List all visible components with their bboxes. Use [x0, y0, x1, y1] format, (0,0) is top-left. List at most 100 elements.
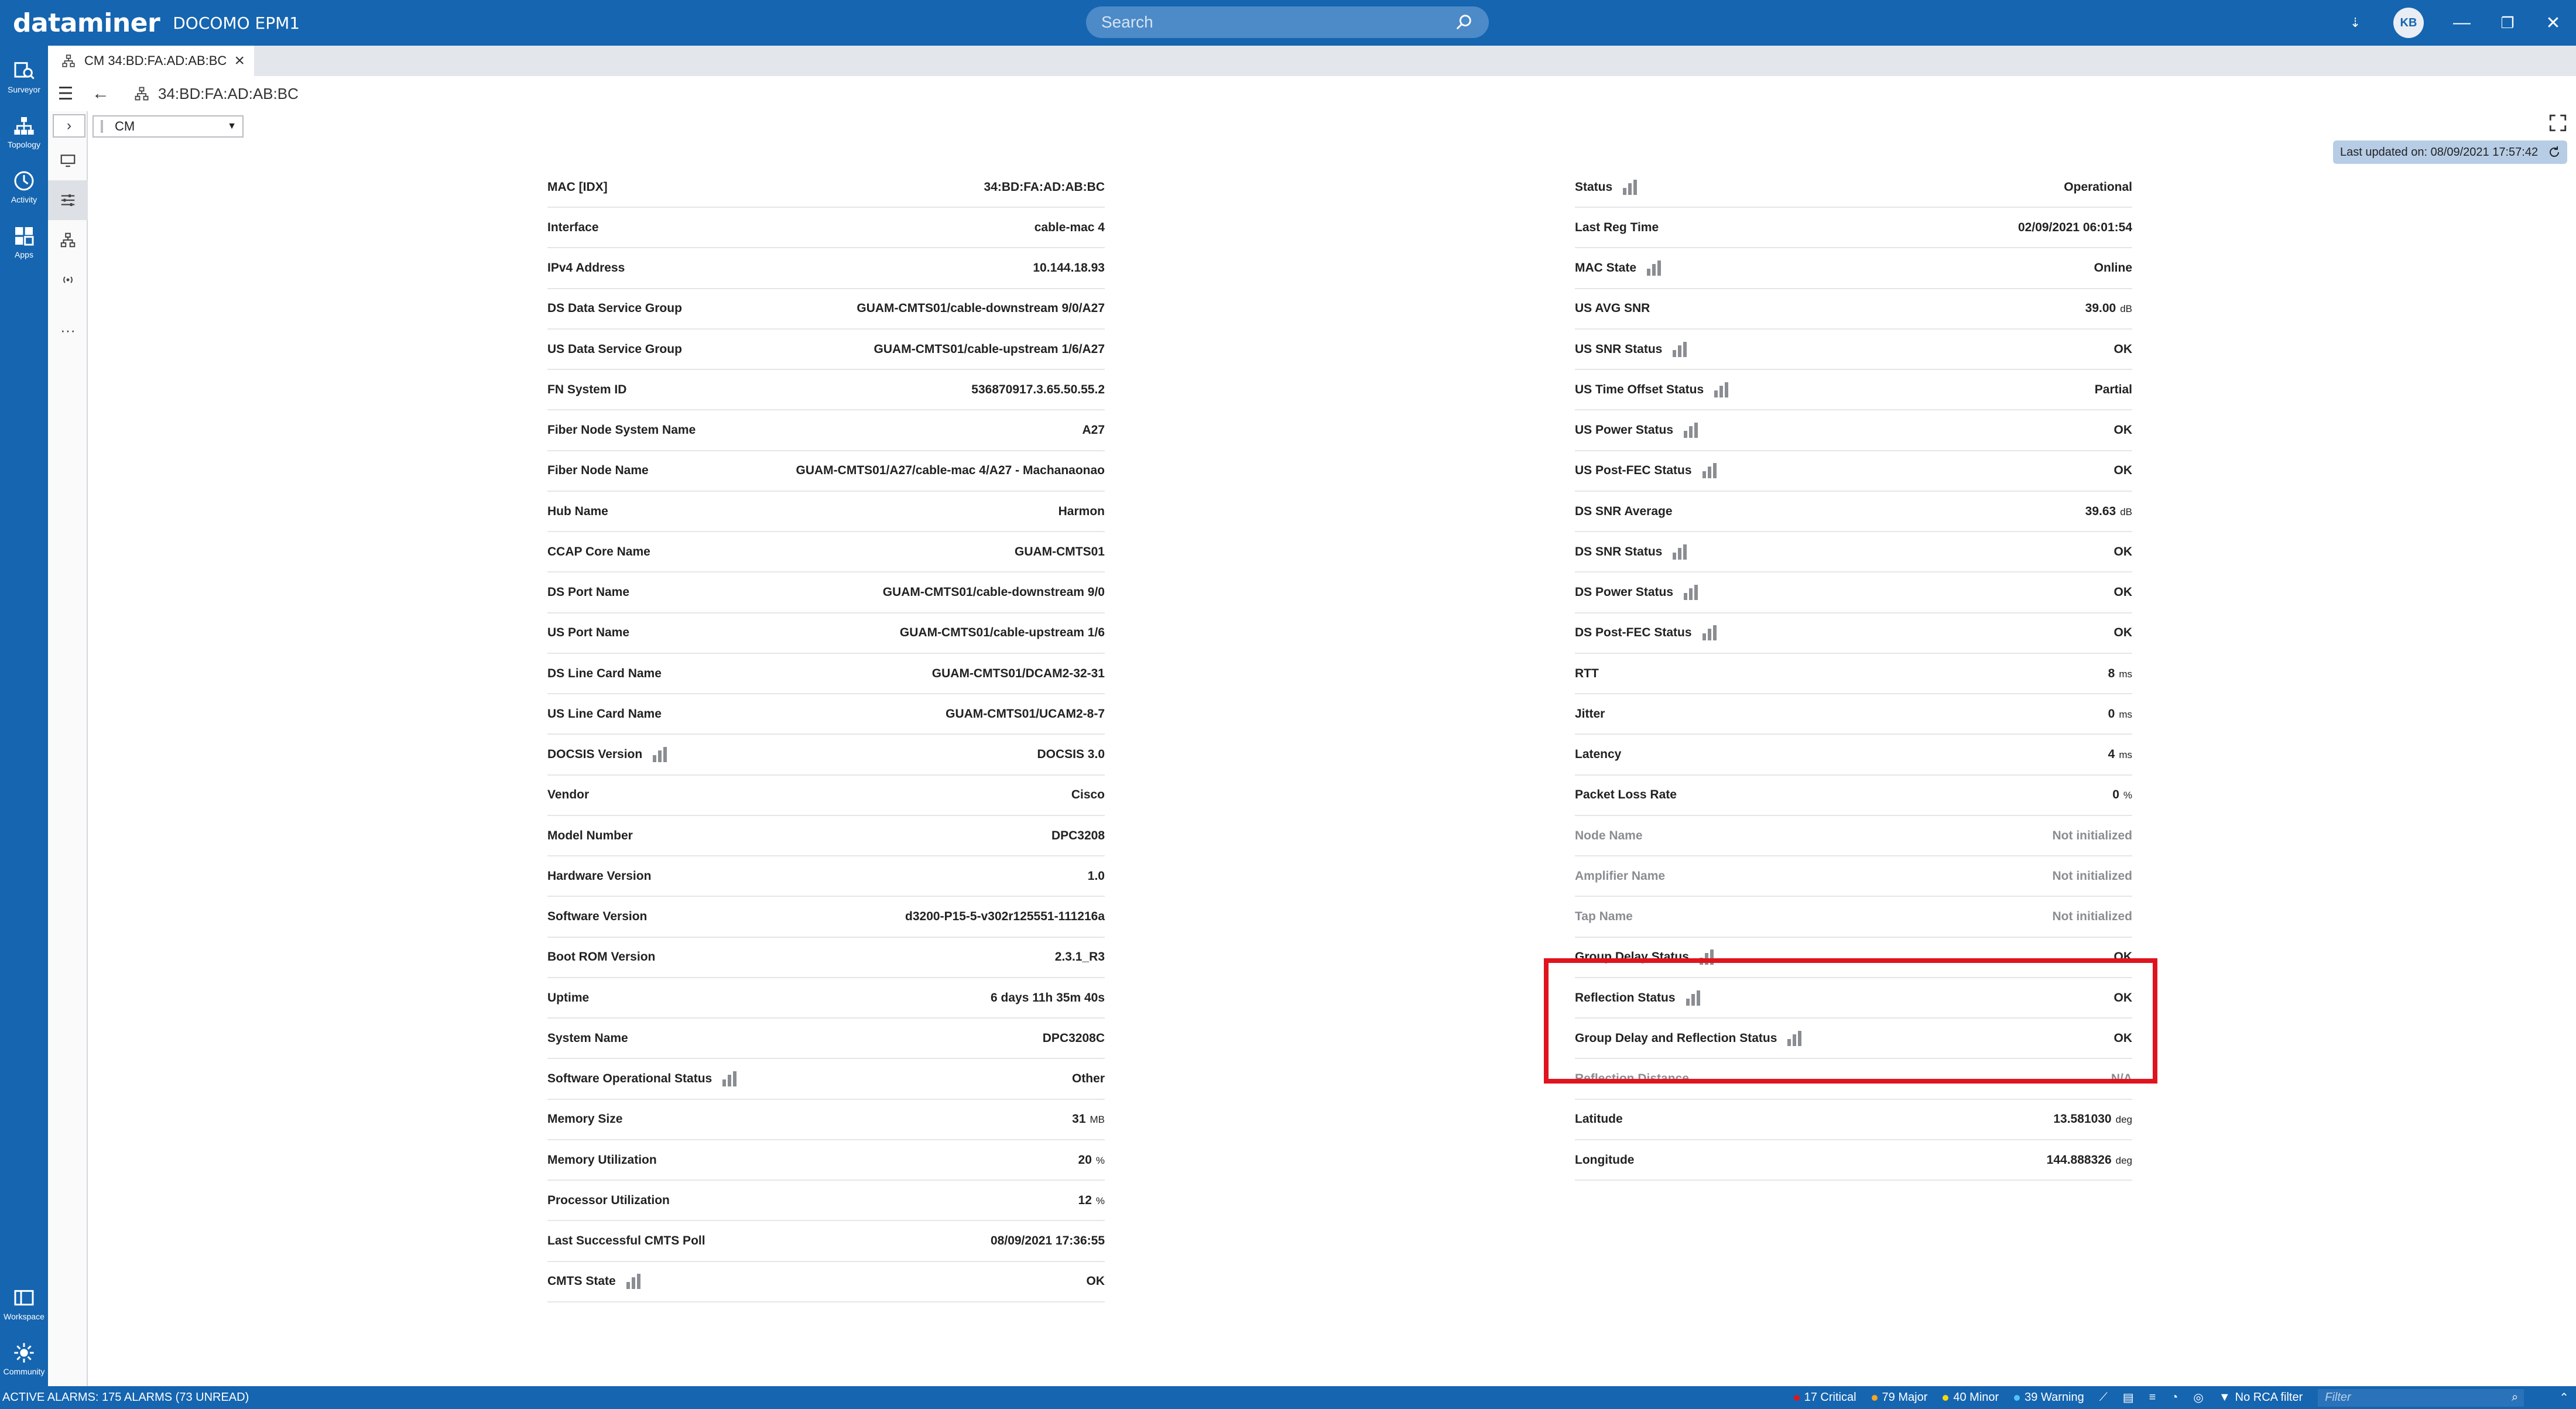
clock-icon[interactable]: ◔	[2171, 1391, 2178, 1404]
trend-chart-icon[interactable]	[1622, 179, 1638, 195]
nav-community[interactable]: Community	[0, 1331, 48, 1386]
download-icon[interactable]: ⇣	[2332, 0, 2378, 46]
parameter-label: DS Post-FEC Status	[1575, 625, 1718, 641]
parameter-row: DS Port Name GUAM-CMTS01/cable-downstream…	[547, 573, 1105, 613]
parameter-row: Status Operational	[1575, 167, 2132, 208]
parameter-value: DPC3208C	[1042, 1031, 1105, 1045]
nav-topology[interactable]: Topology	[0, 104, 48, 159]
parameter-label: Vendor	[547, 788, 590, 802]
refresh-icon[interactable]	[2547, 145, 2561, 159]
signal-view-button[interactable]	[48, 260, 88, 300]
trend-chart-icon[interactable]	[1671, 544, 1688, 560]
parameter-row: US Line Card Name GUAM-CMTS01/UCAM2-8-7	[547, 694, 1105, 735]
trend-chart-icon[interactable]	[1646, 260, 1662, 276]
minimize-icon[interactable]: —	[2439, 0, 2485, 46]
expand-chevron-icon[interactable]: ›	[53, 114, 85, 138]
parameter-row: Processor Utilization 12%	[547, 1181, 1105, 1222]
monitor-view-button[interactable]	[48, 140, 88, 180]
close-icon[interactable]: ×	[234, 51, 245, 71]
focus-icon[interactable]: ◎	[2193, 1390, 2203, 1405]
trend-chart-icon[interactable]	[1671, 341, 1688, 357]
parameter-label: IPv4 Address	[547, 261, 625, 275]
trend-chart-icon[interactable]	[1701, 625, 1718, 641]
parameter-value: Not initialized	[2052, 910, 2133, 923]
card-side-toolbar: ···	[48, 111, 88, 1386]
parameter-value: GUAM-CMTS01/cable-upstream 1/6	[899, 626, 1105, 640]
view-dropdown-value: CM	[115, 119, 135, 133]
trend-chart-icon[interactable]	[652, 747, 668, 762]
trend-chart-icon[interactable]	[1701, 463, 1718, 479]
search-icon[interactable]	[1454, 12, 1474, 32]
trend-chart-icon[interactable]	[1683, 423, 1699, 438]
parameter-row: CMTS State OK	[547, 1262, 1105, 1302]
search-box[interactable]	[1086, 6, 1489, 38]
parameter-value: OK	[2113, 423, 2133, 437]
nav-apps[interactable]: Apps	[0, 214, 48, 269]
parameter-value: OK	[1086, 1274, 1105, 1288]
active-alarms-label[interactable]: ACTIVE ALARMS: 175 ALARMS (73 UNREAD)	[2, 1391, 249, 1404]
parameter-value: OK	[2113, 544, 2133, 558]
list-view-icon[interactable]: ▤	[2123, 1390, 2134, 1405]
sort-icon[interactable]: ≡	[2149, 1391, 2156, 1404]
parameter-value: GUAM-CMTS01/DCAM2-32-31	[931, 666, 1105, 680]
collapse-chevron-icon[interactable]: ⌃	[2559, 1390, 2569, 1405]
minor-count[interactable]: 40 Minor	[1943, 1391, 1999, 1404]
parameter-unit: MB	[1090, 1114, 1105, 1126]
close-window-icon[interactable]: ✕	[2530, 0, 2576, 46]
parameters-view-button[interactable]	[48, 180, 88, 220]
alarm-filter-input[interactable]: Filter ⌕	[2318, 1389, 2524, 1407]
activity-icon	[14, 171, 34, 191]
parameter-unit: %	[1095, 1154, 1105, 1166]
parameter-label: US Data Service Group	[547, 342, 682, 356]
restore-icon[interactable]: ❐	[2485, 0, 2530, 46]
sliders-icon	[61, 194, 75, 206]
parameter-value: 144.888326 deg	[2046, 1153, 2132, 1167]
critical-count[interactable]: 17 Critical	[1793, 1391, 1856, 1404]
tab-cm[interactable]: CM 34:BD:FA:AD:AB:BC ×	[48, 46, 254, 76]
trend-chart-icon[interactable]	[1683, 585, 1699, 600]
parameter-label: DS Line Card Name	[547, 666, 662, 680]
parameter-label: DS SNR Status	[1575, 544, 1688, 560]
parameter-value: OK	[2113, 626, 2133, 640]
avatar[interactable]: KB	[2393, 8, 2424, 38]
parameter-label: Amplifier Name	[1575, 869, 1666, 883]
parameter-label: Last Reg Time	[1575, 220, 1659, 234]
parameter-value: 4 ms	[2108, 748, 2132, 761]
trend-chart-icon[interactable]	[1713, 382, 1729, 397]
major-count[interactable]: 79 Major	[1871, 1391, 1927, 1404]
hamburger-menu-icon[interactable]: ☰	[48, 84, 83, 104]
topology-view-button[interactable]	[48, 220, 88, 260]
parameter-value: 39.00 dB	[2085, 301, 2132, 316]
surveyor-icon	[14, 62, 35, 80]
parameter-row: Memory Utilization 20%	[547, 1140, 1105, 1181]
trend-chart-icon[interactable]	[625, 1274, 642, 1290]
search-input[interactable]	[1101, 13, 1454, 32]
nav-workspace[interactable]: Workspace	[0, 1276, 48, 1331]
parameter-row: Boot ROM Version 2.3.1_R3	[547, 938, 1105, 978]
breadcrumb: 34:BD:FA:AD:AB:BC	[133, 85, 299, 103]
system-name: DOCOMO EPM1	[173, 13, 300, 33]
rca-filter[interactable]: ▼ No RCA filter	[2219, 1391, 2303, 1404]
warning-count[interactable]: 39 Warning	[2014, 1391, 2084, 1404]
trend-chart-icon[interactable]	[721, 1071, 738, 1086]
view-dropdown[interactable]: CM ▼	[93, 115, 244, 138]
parameter-label: DS Data Service Group	[547, 301, 682, 316]
nav-activity[interactable]: Activity	[0, 159, 48, 214]
parameter-value: 12%	[1078, 1193, 1105, 1207]
parameter-row: DS SNR Average 39.63 dB	[1575, 492, 2132, 532]
workspace-icon	[14, 1290, 34, 1306]
parameter-value: cable-mac 4	[1034, 220, 1105, 234]
back-arrow-icon[interactable]: ←	[83, 84, 118, 104]
parameter-row: Node Name Not initialized	[1575, 816, 2132, 856]
chart-icon[interactable]: ⟋	[2099, 1391, 2108, 1404]
more-options-icon[interactable]: ···	[48, 310, 88, 350]
parameter-label: Uptime	[547, 990, 590, 1005]
nav-surveyor[interactable]: Surveyor	[0, 49, 48, 104]
parameter-label: US Line Card Name	[547, 707, 662, 721]
parameter-value: Not initialized	[2052, 869, 2133, 883]
parameter-label: Memory Size	[547, 1112, 623, 1126]
parameter-label: Status	[1575, 179, 1638, 195]
topology-icon	[60, 232, 76, 248]
fullscreen-icon[interactable]	[2548, 113, 2568, 133]
parameter-value: 8 ms	[2108, 666, 2132, 680]
